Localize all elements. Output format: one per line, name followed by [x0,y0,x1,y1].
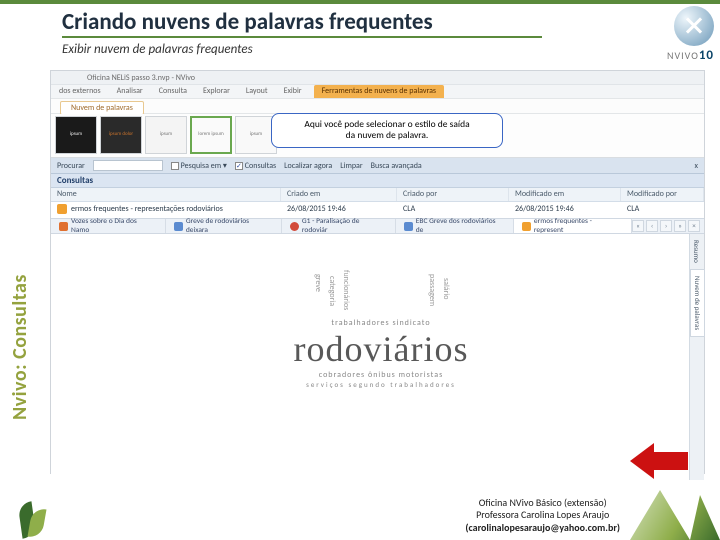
close-icon[interactable]: x [695,161,698,171]
ribbon-tabs: dos externos Analisar Consulta Explorar … [51,85,704,99]
find-label: Procurar [57,161,85,171]
queries-panel: Consultas Nome Criado em Criado por Modi… [51,174,704,218]
word-cloud: greve categoria funcionários passagem sa… [231,318,531,389]
ribbon-tab[interactable]: Analisar [109,85,151,98]
wc-word: salário [441,278,451,299]
col-name[interactable]: Nome [51,188,281,201]
queries-header: Consultas [51,174,704,188]
doc-icon [59,222,68,231]
style-thumb[interactable]: ipsum [55,116,97,154]
nav-last-icon[interactable]: » [674,220,686,232]
side-tab-active[interactable]: Nuvem de palavras [690,269,705,337]
side-tab[interactable]: Resumo [690,234,703,269]
style-thumb[interactable]: ipsum [145,116,187,154]
checkbox-checked[interactable] [235,162,243,170]
nav-first-icon[interactable]: « [632,220,644,232]
cell-modified: 26/08/2015 19:46 [509,202,621,218]
ribbon-subrow: Nuvem de palavras [51,99,704,114]
ribbon-tab[interactable]: dos externos [51,85,109,98]
find-opt[interactable]: Localizar agora [284,161,332,171]
ribbon-tab[interactable]: Explorar [195,85,238,98]
cell-name: ermos frequentes - representações rodovi… [71,204,223,214]
ribbon-sub-tab[interactable]: Nuvem de palavras [60,101,144,115]
doc-tab[interactable]: EBC Greve dos rodoviários de [396,219,514,233]
doc-icon [404,222,413,231]
find-opt[interactable]: Consultas [245,161,276,171]
ribbon-tab[interactable]: Consulta [151,85,195,98]
nav-close-icon[interactable]: × [688,220,700,232]
footer-text: Oficina NVivo Básico (extensão) Professo… [465,497,620,535]
queries-columns: Nome Criado em Criado por Modificado em … [51,188,704,202]
cell-created: 26/08/2015 19:46 [281,202,397,218]
checkbox[interactable] [171,162,179,170]
style-thumb[interactable]: ipsum dolor [100,116,142,154]
wc-row: serviços segundo trabalhadores [231,380,531,389]
footer-decoration [620,490,720,540]
cell-modified-by: CLA [621,202,704,218]
arrow-left-icon [654,452,688,470]
slide-header: Criando nuvens de palavras frequentes Ex… [0,4,720,61]
instruction-callout: Aqui você pode selecionar o estilo de sa… [271,113,503,148]
doc-tab[interactable]: G1 - Paralisação de rodoviár [282,219,396,233]
nvivo-window: Oficina NELiS passo 3.nvp - NVivo dos ex… [50,70,705,474]
ribbon-tab[interactable]: Exibir [276,85,310,98]
callout-line: da nuvem de palavra. [282,130,492,141]
wc-word: greve [313,274,323,292]
ribbon-tab[interactable]: Layout [238,85,276,98]
wc-word: categoria [327,276,337,306]
find-opt[interactable]: Busca avançada [371,161,422,171]
wordcloud-style-gallery: ipsum ipsum dolor ipsum lorem ipsum ipsu… [51,114,704,158]
nav-next-icon[interactable]: › [660,220,672,232]
nav-prev-icon[interactable]: ‹ [646,220,658,232]
footer-line: Professora Carolina Lopes Araujo [465,509,620,522]
find-input[interactable] [93,160,163,171]
leaf-icon [14,494,50,538]
doc-icon [290,222,299,231]
col-modified-by[interactable]: Modificado por [621,188,704,201]
wc-word: funcionários [341,270,351,310]
wc-row: trabalhadores sindicato [231,318,531,328]
window-title: Oficina NELiS passo 3.nvp - NVivo [51,71,704,85]
nvivo-logo-text: NVIVO10 [634,48,714,63]
document-tabs: Vozes sobre o Dia dos Namo Greve de rodo… [51,218,704,234]
find-opt[interactable]: Limpar [340,161,362,171]
nvivo-logo-ball [674,6,714,46]
nvivo-logo: NVIVO10 [634,6,714,60]
table-row[interactable]: ermos frequentes - representações rodovi… [51,202,704,218]
sidebar-vertical-label: Nvivo: Consultas [8,274,32,420]
slide-footer: Oficina NVivo Básico (extensão) Professo… [0,488,720,540]
query-icon [57,204,67,214]
doc-tab-active[interactable]: ermos frequentes - represent [514,219,632,233]
footer-line: (carolinalopesaraujo@yahoo.com.br) [465,522,620,535]
doc-icon [174,222,183,231]
wc-row: cobradores ônibus motoristas [231,370,531,380]
side-tabs: Resumo Nuvem de palavras [689,234,704,480]
wc-main-word: rodoviários [231,328,531,370]
doc-icon [522,222,531,231]
doc-tab[interactable]: Vozes sobre o Dia dos Namo [51,219,166,233]
cell-created-by: CLA [397,202,509,218]
document-area: Vozes sobre o Dia dos Namo Greve de rodo… [51,218,704,480]
col-created-by[interactable]: Criado por [397,188,509,201]
ribbon-contextual-tab[interactable]: Ferramentas de nuvens de palavras [314,85,444,98]
style-thumb-selected[interactable]: lorem ipsum [190,116,232,154]
title-underline [62,36,542,38]
slide-subtitle: Exibir nuvem de palavras frequentes [62,42,706,57]
col-modified[interactable]: Modificado em [509,188,621,201]
wc-word: passagem [427,274,437,306]
slide-title: Criando nuvens de palavras frequentes [62,8,706,36]
tab-nav: « ‹ › » × [632,220,704,232]
find-bar: Procurar Pesquisa em ▾ Consultas Localiz… [51,158,704,174]
col-created[interactable]: Criado em [281,188,397,201]
find-opt[interactable]: Pesquisa em [181,161,221,171]
doc-tab[interactable]: Greve de rodoviários deixara [166,219,282,233]
